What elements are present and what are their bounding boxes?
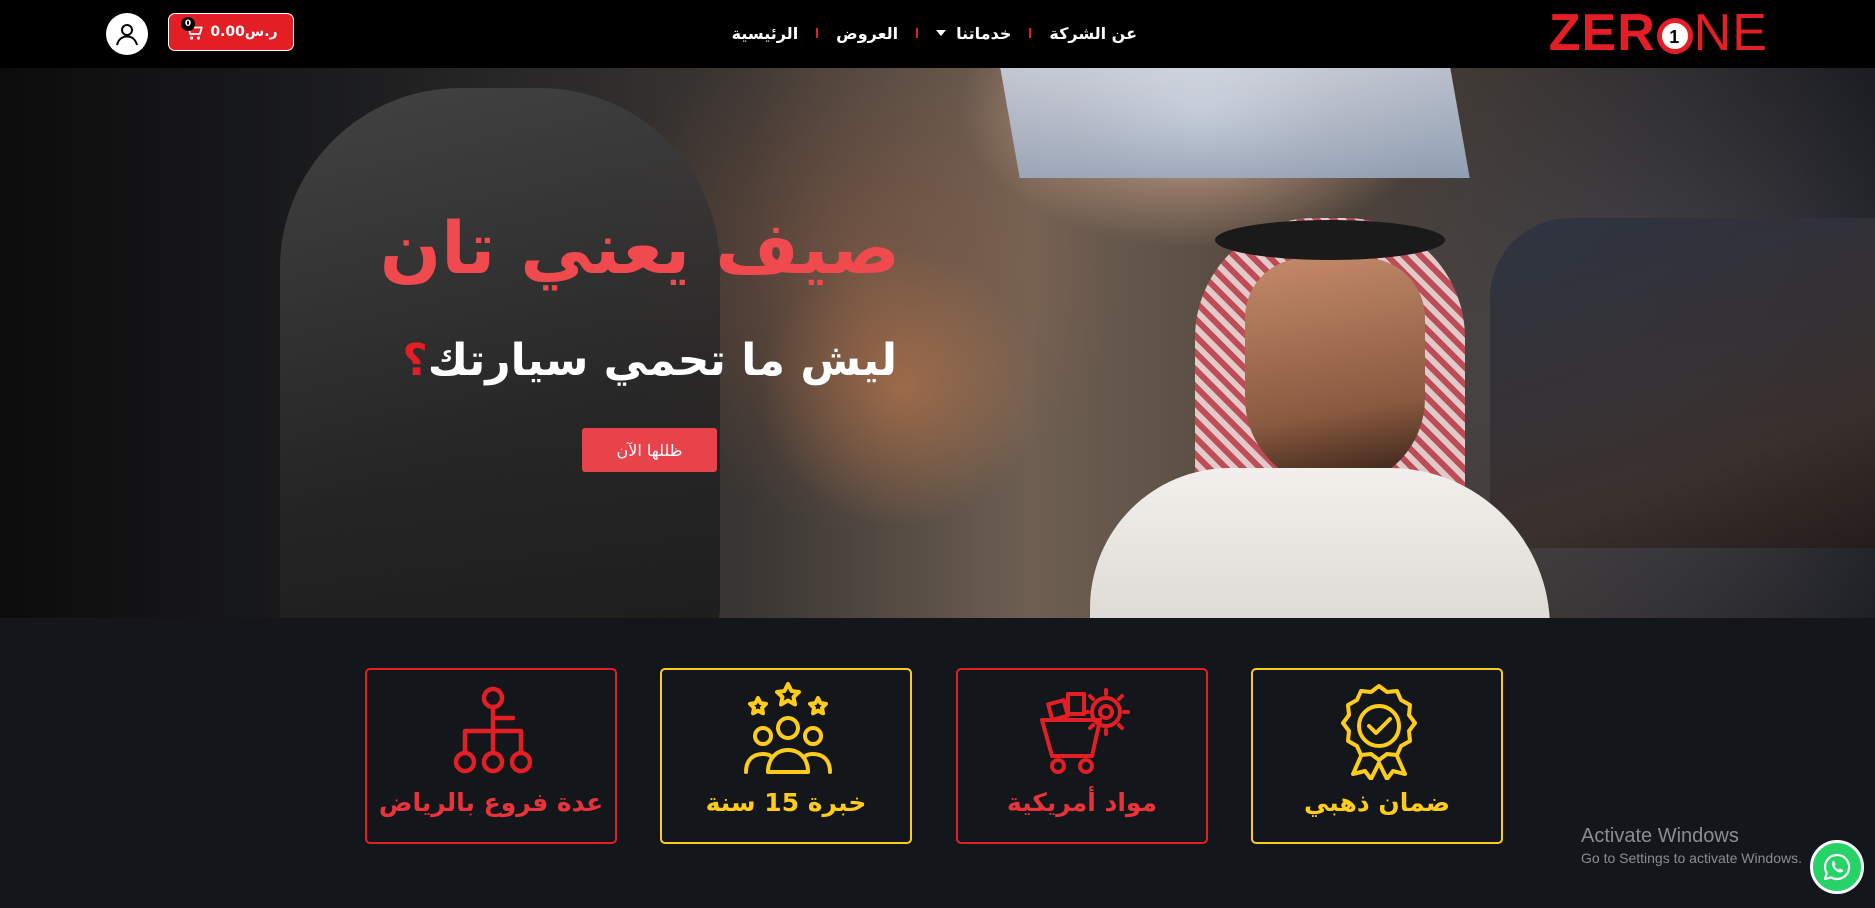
nav-divider xyxy=(916,28,919,38)
feature-riyadh-branches: عدة فروع بالرياض xyxy=(365,668,617,844)
car-sunroof-image xyxy=(1000,68,1470,178)
site-header: ZER 1 NE الرئيسية العروض خدماتنا عن الشركة… xyxy=(0,0,1875,68)
feature-15-years-experience: خبرة 15 سنة xyxy=(660,668,912,844)
driver-face-image xyxy=(1245,258,1425,488)
feature-label: مواد أمريكية xyxy=(1006,788,1158,817)
chevron-down-icon xyxy=(936,30,947,36)
branches-icon xyxy=(453,686,533,774)
car-window-image xyxy=(1490,218,1875,548)
hero-subtitle-text: ليش ما تحمي سيارتك xyxy=(427,335,897,386)
materials-cart-icon xyxy=(1040,688,1130,774)
cart-total: ر.س0.00 xyxy=(210,24,278,40)
feature-label: ضمان ذهبي xyxy=(1303,788,1450,817)
nav-divider xyxy=(816,28,819,38)
hero-title: صيف يعني تان xyxy=(379,206,900,290)
logo-text-right: NE xyxy=(1693,4,1768,62)
nav-about[interactable]: عن الشركة xyxy=(1049,24,1137,43)
cart-count-badge: 0 xyxy=(181,17,195,31)
whatsapp-chat-button[interactable] xyxy=(1810,840,1864,894)
logo-text-left: ZER xyxy=(1548,4,1656,62)
nav-services-label: خدماتنا xyxy=(956,23,1012,43)
hero-question-mark: ؟ xyxy=(402,335,428,386)
user-icon xyxy=(116,24,138,46)
nav-services[interactable]: خدماتنا xyxy=(936,24,1011,43)
windows-activation-watermark: Activate Windows Go to Settings to activ… xyxy=(1581,824,1802,868)
driver-thobe-image xyxy=(1090,468,1550,618)
whatsapp-icon xyxy=(1823,853,1851,881)
feature-gold-warranty: ضمان ذهبي xyxy=(1251,668,1503,844)
logo-ring: 1 xyxy=(1656,18,1693,54)
nav-divider xyxy=(1029,28,1032,38)
feature-label: خبرة 15 سنة xyxy=(705,788,867,817)
nav-home[interactable]: الرئيسية xyxy=(732,24,799,43)
zerone-logo[interactable]: ZER 1 NE xyxy=(1549,7,1768,59)
logo-digit: 1 xyxy=(1669,27,1681,47)
watermark-line-2: Go to Settings to activate Windows. xyxy=(1581,850,1802,866)
main-nav: الرئيسية العروض خدماتنا عن الشركة xyxy=(732,20,1137,46)
tint-now-button[interactable]: ظللها الآن xyxy=(582,428,717,472)
feature-american-materials: مواد أمريكية xyxy=(956,668,1208,844)
agal-image xyxy=(1215,220,1445,260)
feature-label: عدة فروع بالرياض xyxy=(378,788,604,817)
hero-banner: صيف يعني تان ليش ما تحمي سيارتك؟ ظللها ا… xyxy=(0,68,1875,618)
watermark-line-1: Activate Windows xyxy=(1581,825,1739,847)
cart-button[interactable]: 0 ر.س0.00 xyxy=(168,13,294,51)
nav-offers[interactable]: العروض xyxy=(836,24,898,43)
gold-badge-icon xyxy=(1341,684,1417,780)
team-stars-icon xyxy=(744,682,832,774)
account-button[interactable] xyxy=(106,13,148,55)
hero-subtitle: ليش ما تحمي سيارتك؟ xyxy=(402,326,897,396)
